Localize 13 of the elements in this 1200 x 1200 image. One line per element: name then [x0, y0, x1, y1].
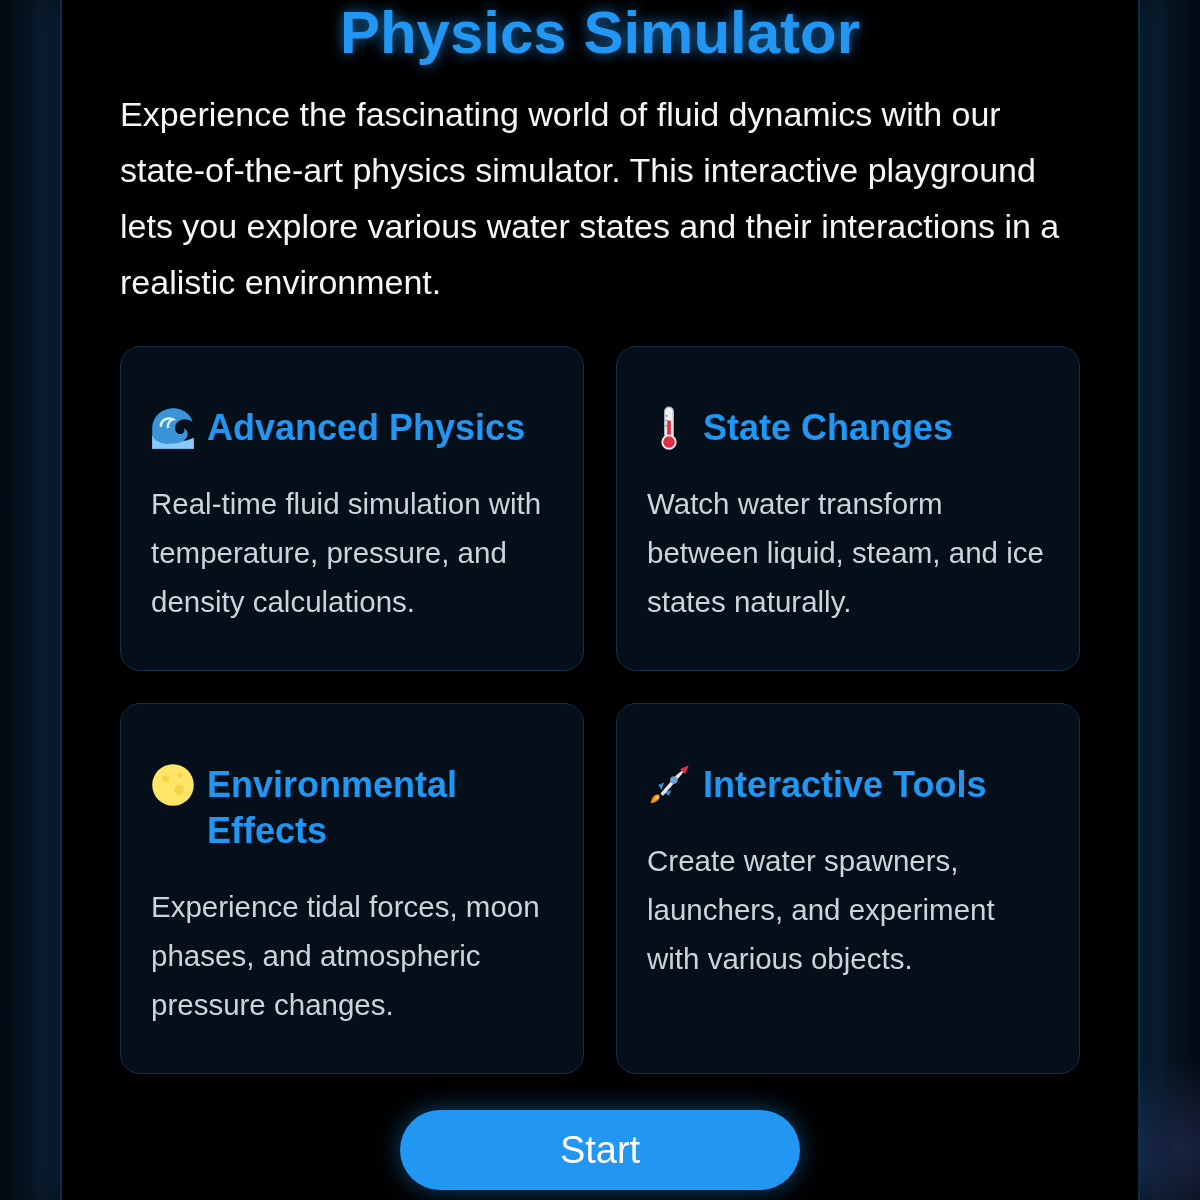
feature-description: Experience tidal forces, moon phases, and atmospheric pressure changes.: [151, 889, 541, 1023]
page-title: Physics Simulator: [339, 0, 861, 66]
feature-description: Real-time fluid simulation with temperature, pressure, and density calculations.: [151, 486, 543, 620]
feature-title: State Changes: [703, 406, 954, 450]
feature-title: Environmental Effects: [207, 763, 459, 853]
wave-icon: [151, 406, 195, 450]
intro-text: Experience the fascinating world of fluid dynamics with our state-of-the-art physics simulator. This interactive playground lets you explore various water states and their interactions in a realistic environment.: [120, 94, 1061, 303]
feature-description: Create water spawners, launchers, and experiment with various objects.: [647, 843, 996, 977]
moon-icon: [151, 763, 195, 807]
feature-title: Advanced Physics: [207, 406, 526, 450]
feature-title: Interactive Tools: [703, 763, 987, 807]
start-button[interactable]: Start: [400, 1110, 800, 1190]
feature-description: Watch water transform between liquid, steam, and ice states naturally.: [647, 486, 1045, 620]
